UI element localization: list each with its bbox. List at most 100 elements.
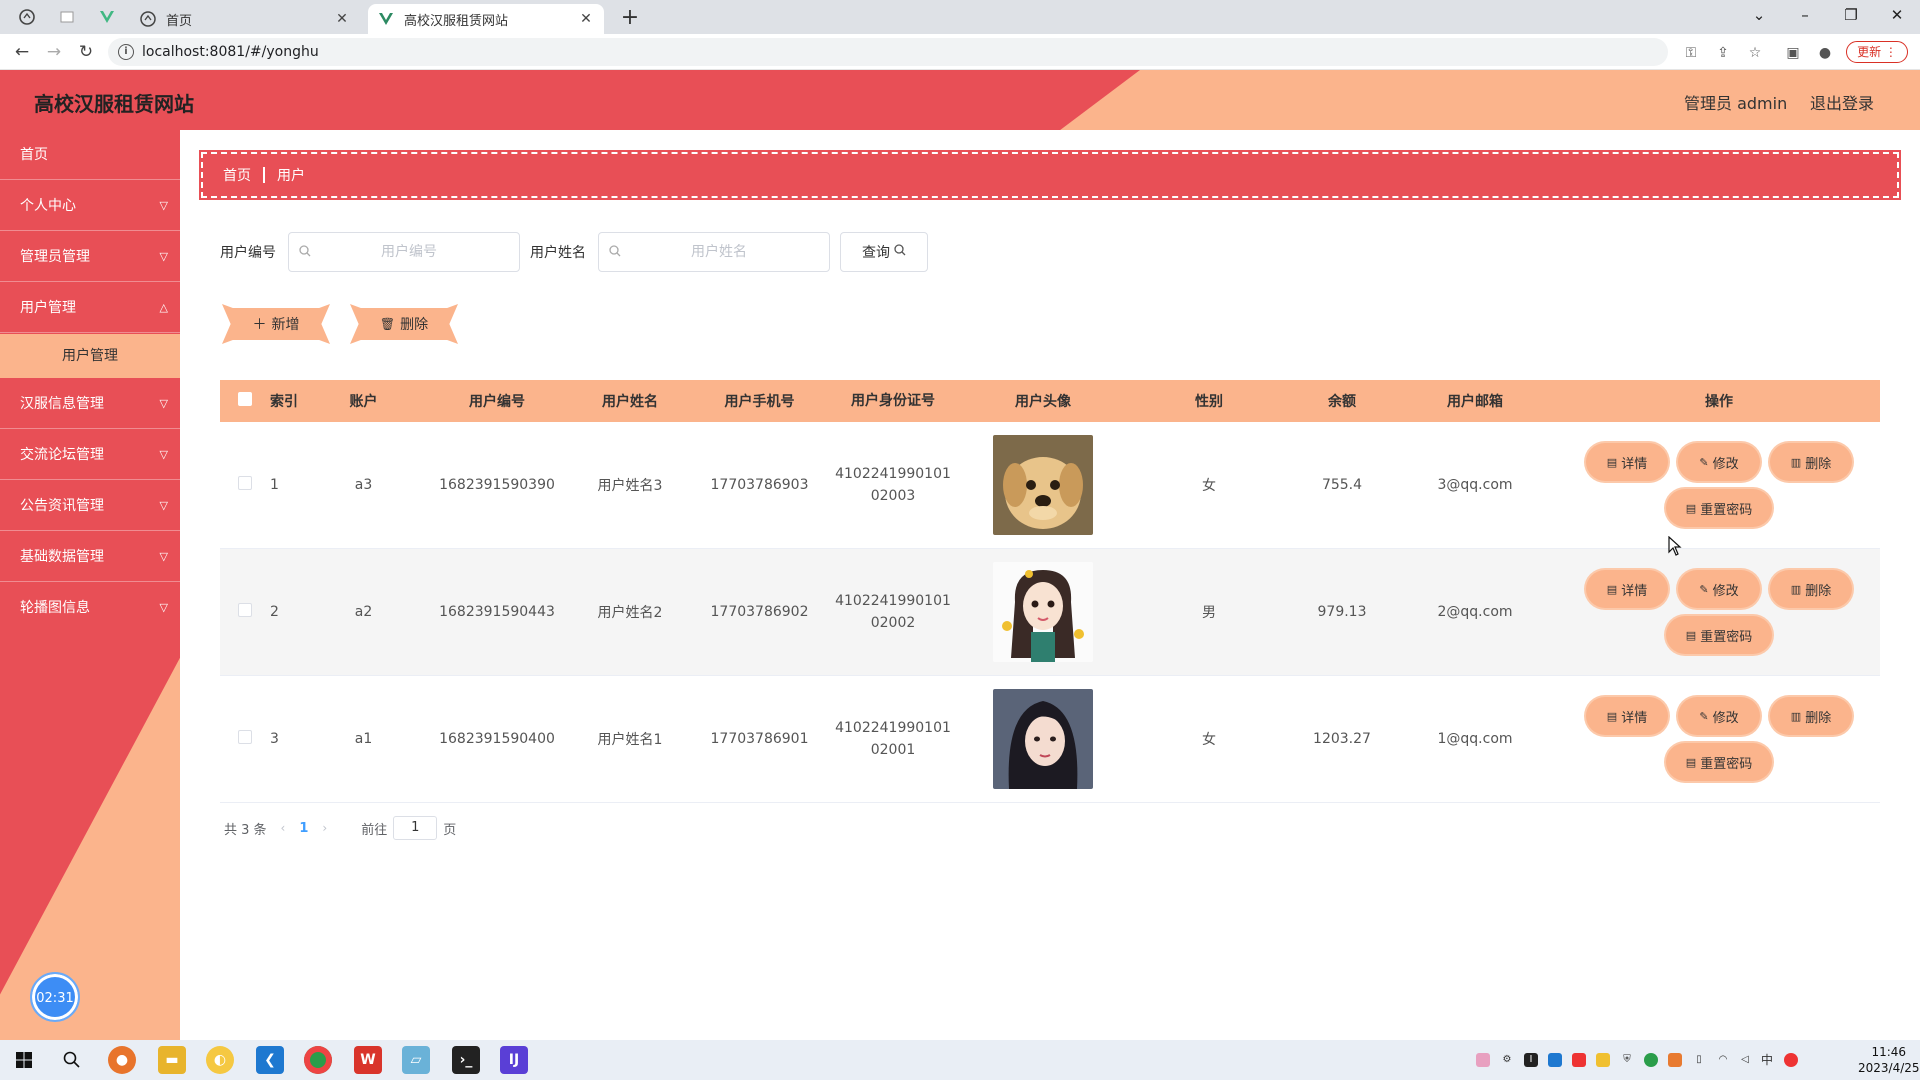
sidebar-item-admins[interactable]: 管理员管理 ▽ [0, 232, 180, 282]
close-window-icon[interactable]: ✕ [1874, 0, 1920, 30]
info-icon[interactable]: i [118, 44, 134, 60]
back-icon[interactable]: ← [10, 40, 34, 64]
share-icon[interactable]: ⇪ [1712, 42, 1734, 64]
avatar-cartoon-girl[interactable] [993, 562, 1093, 662]
delete-label: 删除 [400, 317, 429, 333]
sidebar-item-label: 交流论坛管理 [20, 447, 104, 463]
file-explorer-icon[interactable]: ▬ [158, 1046, 186, 1074]
sidebar-item-label: 管理员管理 [20, 249, 90, 265]
sidebar-subitem-user-manage[interactable]: 用户管理 [0, 334, 180, 378]
reset-password-button[interactable]: ▤ 重置密码 [1666, 489, 1772, 527]
firefox-icon[interactable]: ● [108, 1046, 136, 1074]
tray-network-icon[interactable]: ⚙ [1500, 1053, 1514, 1067]
tray-app-icon[interactable]: I [1524, 1053, 1538, 1067]
profile-icon[interactable]: ● [1814, 42, 1836, 64]
new-tab-button[interactable]: + [616, 4, 644, 32]
add-label: 新增 [271, 317, 300, 333]
user-no-label: 用户编号 [220, 245, 276, 261]
wechat-icon[interactable] [1644, 1053, 1658, 1067]
reset-password-button[interactable]: ▤ 重置密码 [1666, 616, 1772, 654]
key-icon[interactable]: ⚿ [1680, 42, 1702, 64]
row-checkbox[interactable] [238, 730, 252, 744]
sidebar-item-users[interactable]: 用户管理 △ [0, 283, 180, 333]
update-button[interactable]: 更新 ⋮ [1846, 41, 1908, 63]
timer-badge[interactable]: 02:31 [30, 972, 80, 1022]
pinned-tab-blank-icon[interactable] [52, 6, 82, 28]
delete-button[interactable]: ▥ 删除 [1770, 697, 1852, 735]
close-icon[interactable]: ✕ [578, 11, 594, 27]
prev-page-icon[interactable]: ‹ [281, 821, 286, 835]
page-number[interactable]: 1 [299, 821, 308, 836]
batch-delete-button[interactable]: 🗑 删除 [350, 304, 458, 344]
sidebar-item-basedata[interactable]: 基础数据管理 ▽ [0, 532, 180, 582]
volume-icon[interactable]: ◁ [1738, 1053, 1752, 1067]
battery-icon[interactable]: ▯ [1692, 1053, 1706, 1067]
address-bar[interactable]: i localhost:8081/#/yonghu [108, 38, 1668, 66]
tray-app-icon[interactable] [1548, 1053, 1562, 1067]
logout-button[interactable]: 退出登录 [1810, 90, 1874, 114]
tray-app-icon[interactable] [1784, 1053, 1798, 1067]
tray-shield-icon[interactable]: ⛨ [1620, 1053, 1634, 1067]
close-icon[interactable]: ✕ [334, 11, 350, 27]
tray-app-icon[interactable] [1668, 1053, 1682, 1067]
sidebar-item-hanfu[interactable]: 汉服信息管理 ▽ [0, 379, 180, 429]
total-count: 共 3 条 [224, 822, 267, 838]
sidebar-item-news[interactable]: 公告资讯管理 ▽ [0, 481, 180, 531]
star-icon[interactable]: ☆ [1744, 42, 1766, 64]
terminal-icon[interactable]: ›_ [452, 1046, 480, 1074]
tray-folder-icon[interactable] [1596, 1053, 1610, 1067]
sidebar-item-personal[interactable]: 个人中心 ▽ [0, 181, 180, 231]
edit-button[interactable]: ✎ 修改 [1678, 697, 1760, 735]
minimize-icon[interactable]: – [1782, 0, 1828, 30]
clock[interactable]: 11:46 2023/4/25 [1858, 1044, 1920, 1076]
user-no-field[interactable] [288, 232, 520, 272]
pinned-tab-vue-icon[interactable] [92, 6, 122, 28]
detail-button[interactable]: ▤ 详情 [1586, 570, 1668, 608]
notepad-icon[interactable]: ▱ [402, 1046, 430, 1074]
breadcrumb-home[interactable]: 首页 [223, 165, 251, 185]
wps-icon[interactable]: W [354, 1046, 382, 1074]
tab-active[interactable]: 高校汉服租赁网站 ✕ [368, 4, 604, 34]
row-checkbox[interactable] [238, 476, 252, 490]
user-name-input[interactable] [629, 244, 809, 260]
header-ops: 操作 [1705, 394, 1733, 410]
add-button[interactable]: ＋ 新增 [222, 304, 330, 344]
sidebar-item-forum[interactable]: 交流论坛管理 ▽ [0, 430, 180, 480]
user-no-input[interactable] [319, 244, 499, 260]
tab-home[interactable]: 首页 ✕ [130, 4, 360, 34]
search-icon[interactable] [58, 1046, 86, 1074]
sidebar-item-carousel[interactable]: 轮播图信息 ▽ [0, 583, 180, 633]
sidebar-item-home[interactable]: 首页 [0, 130, 180, 180]
tray-app-icon[interactable] [1572, 1053, 1586, 1067]
wifi-icon[interactable]: ◠ [1716, 1053, 1730, 1067]
reset-password-button[interactable]: ▤ 重置密码 [1666, 743, 1772, 781]
tray-app-icon[interactable] [1476, 1053, 1490, 1067]
delete-button[interactable]: ▥ 删除 [1770, 570, 1852, 608]
forward-icon[interactable]: → [42, 40, 66, 64]
detail-button[interactable]: ▤ 详情 [1586, 443, 1668, 481]
ime-indicator[interactable]: 中 [1760, 1053, 1774, 1067]
avatar-puppy[interactable] [993, 435, 1093, 535]
sidepanel-icon[interactable]: ▣ [1782, 42, 1804, 64]
next-page-icon[interactable]: › [322, 821, 327, 835]
goto-page-input[interactable]: 1 [393, 816, 438, 840]
edit-button[interactable]: ✎ 修改 [1678, 443, 1760, 481]
avatar-girl-photo[interactable] [993, 689, 1093, 789]
app-icon[interactable]: ◐ [206, 1046, 234, 1074]
vscode-icon[interactable]: ❮ [256, 1046, 284, 1074]
edit-button[interactable]: ✎ 修改 [1678, 570, 1760, 608]
detail-button[interactable]: ▤ 详情 [1586, 697, 1668, 735]
select-all-checkbox[interactable] [238, 392, 252, 406]
cell-avatar [960, 562, 1126, 662]
tab-search-icon[interactable]: ⌄ [1736, 0, 1782, 30]
delete-button[interactable]: ▥ 删除 [1770, 443, 1852, 481]
chrome-icon[interactable] [304, 1046, 332, 1074]
intellij-icon[interactable]: IJ [500, 1046, 528, 1074]
row-checkbox[interactable] [238, 603, 252, 617]
pinned-tab-icon[interactable] [12, 6, 42, 28]
user-name-field[interactable] [598, 232, 830, 272]
restore-icon[interactable]: ❐ [1828, 0, 1874, 30]
query-button[interactable]: 查询 [840, 232, 928, 272]
windows-start-icon[interactable] [10, 1046, 38, 1074]
reload-icon[interactable]: ↻ [74, 40, 98, 64]
